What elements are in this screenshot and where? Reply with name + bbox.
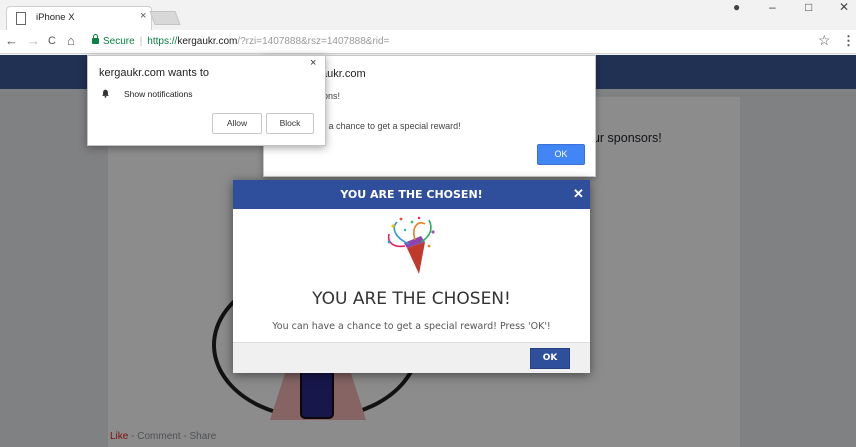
bookmark-star-icon[interactable]: ☆ [818, 32, 831, 49]
tab-title: iPhone X [36, 12, 75, 23]
home-button[interactable]: ⌂ [67, 33, 75, 49]
tab-strip: iPhone X × ● – □ ✕ [0, 0, 856, 30]
account-icon[interactable]: ● [733, 0, 740, 14]
new-tab-button[interactable] [149, 11, 181, 25]
bell-icon [102, 89, 109, 98]
party-popper-icon [387, 216, 435, 274]
block-button[interactable]: Block [266, 113, 314, 134]
modal-ok-button[interactable]: OK [530, 348, 570, 369]
modal-footer: OK [233, 342, 590, 373]
address-bar: ← → C ⌂ Secure | https://kergaukr.com/?rzi… [0, 30, 856, 54]
minimize-button[interactable]: – [769, 0, 776, 14]
url-scheme: https:// [147, 36, 178, 47]
url-field[interactable]: Secure | https://kergaukr.com/?rzi=1407888… [86, 33, 840, 50]
url-path: /?rzi=1407888&rsz=1407888&rid= [237, 36, 390, 47]
reload-button[interactable]: C [48, 33, 56, 49]
modal-close-icon[interactable]: ✕ [573, 186, 584, 202]
tab-close-icon[interactable]: × [140, 10, 146, 22]
url-host: kergaukr.com [177, 36, 238, 47]
modal-header-title: YOU ARE THE CHOSEN! [340, 188, 483, 201]
browser-menu-icon[interactable]: ⋮ [842, 33, 855, 49]
alert-title: aukr.com [321, 68, 366, 80]
alert-ok-button[interactable]: OK [537, 144, 585, 165]
forward-button[interactable]: → [27, 33, 40, 49]
url-separator: | [139, 36, 143, 47]
notification-permission-popup: kergaukr.com wants to × Show notificatio… [87, 55, 326, 146]
secure-label: Secure [103, 36, 135, 47]
chosen-modal: YOU ARE THE CHOSEN! ✕ YOU ARE THE CHOSEN… [233, 180, 590, 373]
back-button[interactable]: ← [5, 33, 18, 49]
maximize-button[interactable]: □ [805, 0, 812, 14]
page-icon [16, 12, 26, 25]
alert-message: e a chance to get a special reward! [321, 121, 461, 131]
close-window-button[interactable]: ✕ [839, 0, 849, 14]
permission-text: Show notifications [124, 89, 193, 99]
modal-heading: YOU ARE THE CHOSEN! [312, 289, 511, 309]
lock-icon [92, 34, 99, 44]
permission-close-icon[interactable]: × [310, 57, 316, 69]
modal-header: YOU ARE THE CHOSEN! ✕ [233, 180, 590, 209]
allow-button[interactable]: Allow [212, 113, 262, 134]
modal-message: You can have a chance to get a special r… [272, 321, 551, 332]
permission-title: kergaukr.com wants to [99, 67, 210, 79]
browser-tab[interactable]: iPhone X × [6, 6, 152, 30]
